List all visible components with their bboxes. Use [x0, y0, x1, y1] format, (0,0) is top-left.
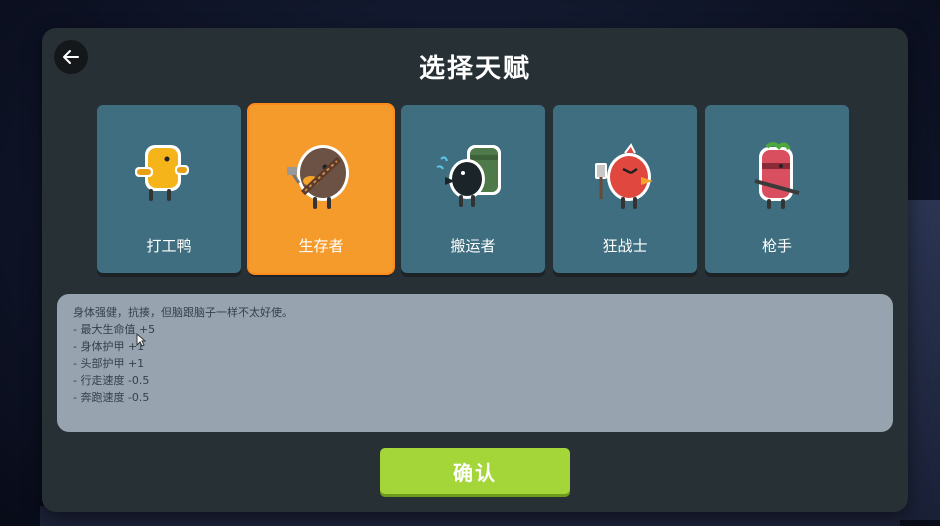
- talent-description-panel: 身体强健，抗揍，但脑跟脑子一样不太好使。 - 最大生命值 +5 - 身体护甲 +…: [57, 294, 893, 432]
- gunner-duck-icon: [754, 142, 800, 209]
- porter-duck-icon: [436, 145, 501, 207]
- talent-card-porter[interactable]: 搬运者: [401, 105, 545, 273]
- dialog-title: 选择天赋: [418, 54, 531, 84]
- berserker-duck-icon: [595, 143, 653, 209]
- talent-card-label: 枪手: [761, 237, 792, 255]
- worker-duck-icon: [135, 145, 189, 201]
- talent-select-dialog: 选择天赋 打工鸭 生存者 搬运者 狂战士 枪手 身体强健，抗揍，但脑跟脑子一样不…: [42, 28, 908, 512]
- talent-description-list: 身体强健，抗揍，但脑跟脑子一样不太好使。 - 最大生命值 +5 - 身体护甲 +…: [73, 304, 293, 406]
- description-line: - 最大生命值 +5: [73, 323, 156, 336]
- talent-card-label: 搬运者: [450, 237, 496, 255]
- talent-card-label: 生存者: [298, 237, 344, 255]
- confirm-button[interactable]: 确认: [380, 448, 570, 494]
- mouse-cursor-icon: [136, 333, 146, 347]
- description-line: - 头部护甲 +1: [73, 357, 145, 370]
- talent-card-label: 打工鸭: [146, 237, 192, 255]
- description-line: - 行走速度 -0.5: [73, 374, 150, 387]
- description-line: - 奔跑速度 -0.5: [73, 391, 150, 404]
- game-scene: 选择天赋 打工鸭 生存者 搬运者 狂战士 枪手 身体强健，抗揍，但脑跟脑子一样不…: [0, 0, 940, 526]
- talent-card-label: 狂战士: [602, 237, 648, 255]
- description-line: 身体强健，抗揍，但脑跟脑子一样不太好使。: [73, 306, 293, 319]
- survivor-duck-icon: [287, 145, 349, 209]
- description-line: - 身体护甲 +1: [73, 340, 145, 353]
- talent-card-worker-duck[interactable]: 打工鸭: [97, 105, 241, 273]
- talent-card-list: 打工鸭 生存者 搬运者 狂战士 枪手: [97, 105, 849, 273]
- talent-card-gunner[interactable]: 枪手: [705, 105, 849, 273]
- talent-card-berserker[interactable]: 狂战士: [553, 105, 697, 273]
- talent-card-survivor[interactable]: 生存者: [249, 105, 393, 273]
